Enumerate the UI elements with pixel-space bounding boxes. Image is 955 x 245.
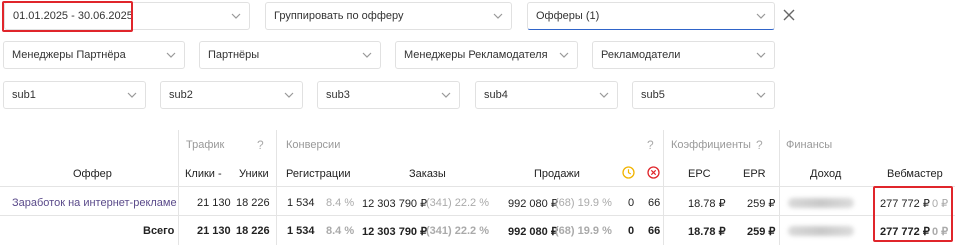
col-clicks[interactable]: Клики - [185, 168, 222, 180]
epr-value: 259 ₽ [747, 198, 776, 210]
col-orders[interactable]: Заказы [409, 168, 446, 180]
chevron-down-icon [362, 50, 372, 60]
offer-link[interactable]: Заработок на интернет-рекламе [12, 197, 177, 209]
rejected-value: 66 [648, 225, 661, 237]
income-value-redacted [788, 198, 854, 208]
advertiser-managers-select[interactable]: Менеджеры Рекламодателя [395, 41, 578, 69]
offers-select[interactable]: Офферы (1) [527, 2, 775, 30]
registrations-pct: 8.4 % [326, 225, 355, 237]
partner-managers-select[interactable]: Менеджеры Партнёра [3, 41, 185, 69]
clear-filters-close-icon[interactable] [781, 7, 797, 23]
advertisers-label: Рекламодатели [601, 49, 681, 61]
offers-value: Офферы (1) [536, 10, 600, 22]
sub2-select[interactable]: sub2 [160, 81, 303, 109]
uniques-value: 18 226 [236, 197, 270, 209]
row-divider [0, 215, 955, 216]
chevron-down-icon [599, 90, 609, 100]
chevron-down-icon [493, 11, 503, 21]
webmaster-highlight [873, 186, 953, 242]
sub1-label: sub1 [12, 89, 36, 101]
sales-value: 992 080 ₽ [508, 226, 558, 238]
group-conversions: Конверсии [286, 139, 341, 151]
income-value-redacted [788, 226, 854, 236]
column-divider [663, 130, 664, 245]
clicks-value: 21 130 [197, 225, 231, 237]
registrations-value: 1 534 [287, 225, 315, 237]
chevron-down-icon [127, 90, 137, 100]
pending-clock-icon [622, 166, 635, 182]
group-finance: Финансы [786, 139, 833, 151]
sales-extra: (68) 19.9 % [555, 225, 612, 237]
orders-extra: (341) 22.2 % [426, 197, 489, 209]
col-webmaster[interactable]: Вебмастер [887, 168, 943, 180]
col-income[interactable]: Доход [810, 168, 841, 180]
orders-value: 12 303 790 ₽ [362, 226, 428, 238]
epc-value: 18.78 ₽ [688, 226, 726, 238]
sub1-select[interactable]: sub1 [3, 81, 146, 109]
sort-indicator: - [218, 168, 222, 180]
col-sales[interactable]: Продажи [534, 168, 580, 180]
col-epc[interactable]: EPC [688, 168, 711, 180]
chevron-down-icon [756, 11, 766, 21]
col-epr[interactable]: EPR [743, 168, 766, 180]
chevron-down-icon [166, 50, 176, 60]
sub5-select[interactable]: sub5 [632, 81, 775, 109]
help-icon[interactable]: ? [257, 138, 264, 152]
col-offer: Оффер [73, 168, 112, 180]
sub5-label: sub5 [641, 89, 665, 101]
column-divider [178, 130, 179, 245]
col-clicks-label: Клики [185, 168, 215, 180]
help-icon[interactable]: ? [647, 138, 654, 152]
group-coefficients: Коэффициенты [671, 139, 751, 151]
chevron-down-icon [441, 90, 451, 100]
rejected-x-icon [647, 166, 660, 182]
sub3-select[interactable]: sub3 [317, 81, 460, 109]
group-by-select[interactable]: Группировать по офферу [265, 2, 512, 30]
sub4-select[interactable]: sub4 [475, 81, 618, 109]
pending-value: 0 [628, 225, 635, 237]
row-divider [0, 186, 955, 187]
epc-value: 18.78 ₽ [688, 198, 726, 210]
date-range-highlight [2, 1, 133, 32]
sub3-label: sub3 [326, 89, 350, 101]
group-by-value: Группировать по офферу [274, 10, 404, 22]
registrations-pct: 8.4 % [326, 197, 355, 209]
chevron-down-icon [559, 50, 569, 60]
epr-value: 259 ₽ [747, 226, 776, 238]
sub2-label: sub2 [169, 89, 193, 101]
orders-extra: (341) 22.2 % [426, 225, 489, 237]
chevron-down-icon [284, 90, 294, 100]
col-registrations[interactable]: Регистрации [286, 168, 351, 180]
clicks-value: 21 130 [197, 197, 231, 209]
chevron-down-icon [756, 90, 766, 100]
advertisers-select[interactable]: Рекламодатели [592, 41, 775, 69]
registrations-value: 1 534 [287, 197, 315, 209]
column-divider [276, 130, 277, 245]
partners-label: Партнёры [208, 49, 260, 61]
partner-managers-label: Менеджеры Партнёра [12, 49, 126, 61]
col-uniques[interactable]: Уники [239, 168, 269, 180]
uniques-value: 18 226 [236, 225, 270, 237]
rejected-value: 66 [648, 197, 661, 209]
help-icon[interactable]: ? [756, 138, 763, 152]
total-label: Всего [143, 225, 175, 237]
pending-value: 0 [628, 197, 635, 209]
chevron-down-icon [231, 11, 241, 21]
sub4-label: sub4 [484, 89, 508, 101]
sales-value: 992 080 ₽ [508, 198, 558, 210]
group-traffic: Трафик [186, 139, 225, 151]
sales-extra: (68) 19.9 % [555, 197, 612, 209]
partners-select[interactable]: Партнёры [199, 41, 381, 69]
chevron-down-icon [756, 50, 766, 60]
advertiser-managers-label: Менеджеры Рекламодателя [404, 49, 548, 61]
orders-value: 12 303 790 ₽ [362, 198, 428, 210]
column-divider [779, 130, 780, 245]
